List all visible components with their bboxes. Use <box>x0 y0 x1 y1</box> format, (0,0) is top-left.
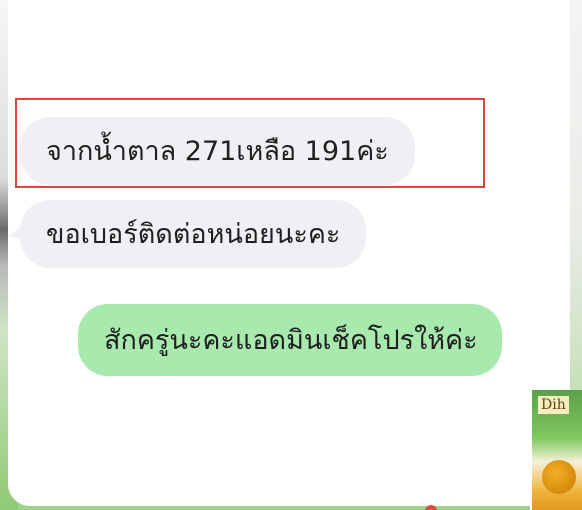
turmeric-image <box>542 460 576 494</box>
chat-panel: จากน้ำตาล 271เหลือ 191ค่ะ ขอเบอร์ติดต่อห… <box>8 0 570 506</box>
product-thumbnail[interactable]: Dih <box>530 390 582 510</box>
highlight-annotation <box>15 98 485 188</box>
product-label: Dih <box>538 396 569 414</box>
message-text: ขอเบอร์ติดต่อหน่อยนะคะ <box>46 219 341 250</box>
message-bubble-outgoing[interactable]: สักครู่นะคะแอดมินเช็คโปรให้ค่ะ <box>78 304 502 376</box>
message-text: สักครู่นะคะแอดมินเช็คโปรให้ค่ะ <box>104 325 478 356</box>
message-bubble-incoming[interactable]: ขอเบอร์ติดต่อหน่อยนะคะ <box>20 200 367 268</box>
notification-dot <box>425 505 437 510</box>
